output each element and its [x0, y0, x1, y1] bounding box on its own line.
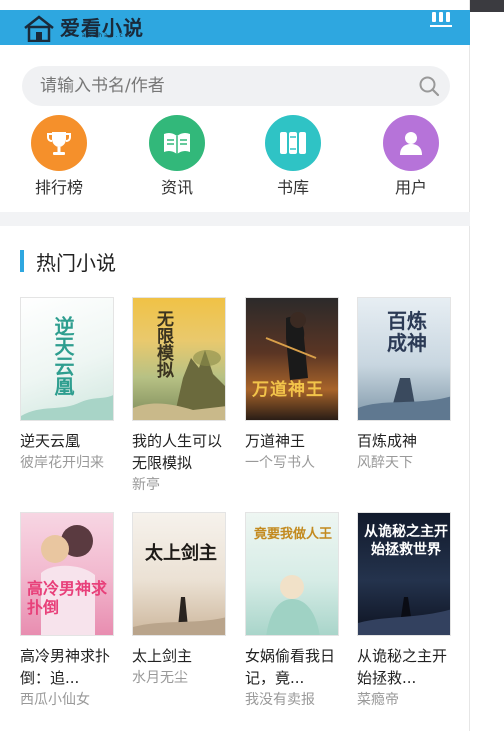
section-title: 热门小说	[36, 250, 116, 275]
book-card[interactable]: 逆天云凰 逆天云凰 彼岸花开归来	[20, 297, 116, 474]
nav-label: 排行榜	[34, 178, 83, 197]
book-card[interactable]: 太上剑主 太上剑主 水月无尘	[132, 512, 228, 689]
nav-item-news[interactable]: 资讯	[132, 115, 222, 205]
search-icon[interactable]	[418, 75, 440, 97]
nav-label: 用户	[394, 178, 427, 197]
site-logo[interactable]: 爱看小说 akzhan.cc	[22, 10, 182, 45]
cover-title-art: 高冷男神求扑倒	[27, 579, 108, 617]
nav-item-ranking[interactable]: 排行榜	[14, 115, 104, 205]
book-title[interactable]: 太上剑主	[132, 645, 228, 667]
nav-item-user[interactable]: 用户	[366, 115, 456, 205]
book-title[interactable]: 我的人生可以无限模拟	[132, 430, 228, 474]
site-header: 爱看小说 akzhan.cc	[0, 10, 470, 45]
search-bar[interactable]	[22, 66, 450, 106]
user-icon	[383, 115, 439, 171]
cover-title-art: 竟要我做人王	[253, 527, 332, 542]
book-title[interactable]: 女娲偷看我日记，竟...	[245, 645, 341, 689]
book-card[interactable]: 百炼成神 百炼成神 风醉天下	[357, 297, 453, 474]
book-card[interactable]: 万道神王 万道神王 一个写书人	[245, 297, 341, 474]
book-cover[interactable]: 逆天云凰	[20, 297, 114, 421]
mobile-page: 爱看小说 akzhan.cc 请输入书名/作者 排行榜 资讯 书库 用户 热门小…	[0, 0, 470, 731]
bookshelf-icon	[265, 115, 321, 171]
book-cover[interactable]: 万道神王	[245, 297, 339, 421]
cover-title-art: 万道神王	[252, 380, 324, 400]
book-title[interactable]: 百炼成神	[357, 430, 453, 452]
book-author: 菜瘾帝	[357, 692, 399, 708]
cover-title-art: 从诡秘之主开始拯救世界	[364, 524, 448, 558]
nav-label: 资讯	[160, 178, 193, 197]
menu-icon[interactable]	[430, 12, 452, 28]
cover-title-art: 逆天云凰	[51, 316, 75, 396]
book-title[interactable]: 万道神王	[245, 430, 341, 452]
house-logo-icon	[24, 14, 54, 42]
book-title[interactable]: 从诡秘之主开始拯救...	[357, 645, 453, 689]
book-title[interactable]: 逆天云凰	[20, 430, 116, 452]
book-author: 彼岸花开归来	[20, 455, 104, 471]
quick-nav: 排行榜 资讯 书库 用户	[0, 115, 470, 205]
book-author: 西瓜小仙女	[20, 692, 90, 708]
book-title[interactable]: 高冷男神求扑倒：追...	[20, 645, 116, 689]
book-cover[interactable]: 无限模拟	[132, 297, 226, 421]
book-card[interactable]: 竟要我做人王 女娲偷看我日记，竟... 我没有卖报	[245, 512, 341, 711]
book-card[interactable]: 高冷男神求扑倒 高冷男神求扑倒：追... 西瓜小仙女	[20, 512, 116, 711]
book-author: 新亭	[132, 477, 160, 493]
book-cover[interactable]: 太上剑主	[132, 512, 226, 636]
book-cover[interactable]: 从诡秘之主开始拯救世界	[357, 512, 451, 636]
cover-title-art: 太上剑主	[145, 543, 217, 564]
book-open-icon	[149, 115, 205, 171]
book-author: 一个写书人	[245, 455, 315, 471]
trophy-icon	[31, 115, 87, 171]
search-input[interactable]	[40, 66, 410, 106]
book-author: 水月无尘	[132, 670, 188, 686]
book-cover[interactable]: 百炼成神	[357, 297, 451, 421]
book-author: 风醉天下	[357, 455, 413, 471]
nav-label: 书库	[276, 178, 309, 197]
logo-domain: akzhan.cc	[82, 32, 131, 39]
nav-item-library[interactable]: 书库	[248, 115, 338, 205]
book-cover[interactable]: 竟要我做人王	[245, 512, 339, 636]
book-cover[interactable]: 高冷男神求扑倒	[20, 512, 114, 636]
section-accent-bar	[20, 250, 24, 272]
section-divider	[0, 212, 470, 226]
book-card[interactable]: 无限模拟 我的人生可以无限模拟 新亭	[132, 297, 228, 496]
cover-title-art: 百炼成神	[387, 309, 427, 355]
section-header: 热门小说	[20, 247, 116, 275]
book-author: 我没有卖报	[245, 692, 315, 708]
book-card[interactable]: 从诡秘之主开始拯救世界 从诡秘之主开始拯救... 菜瘾帝	[357, 512, 453, 711]
